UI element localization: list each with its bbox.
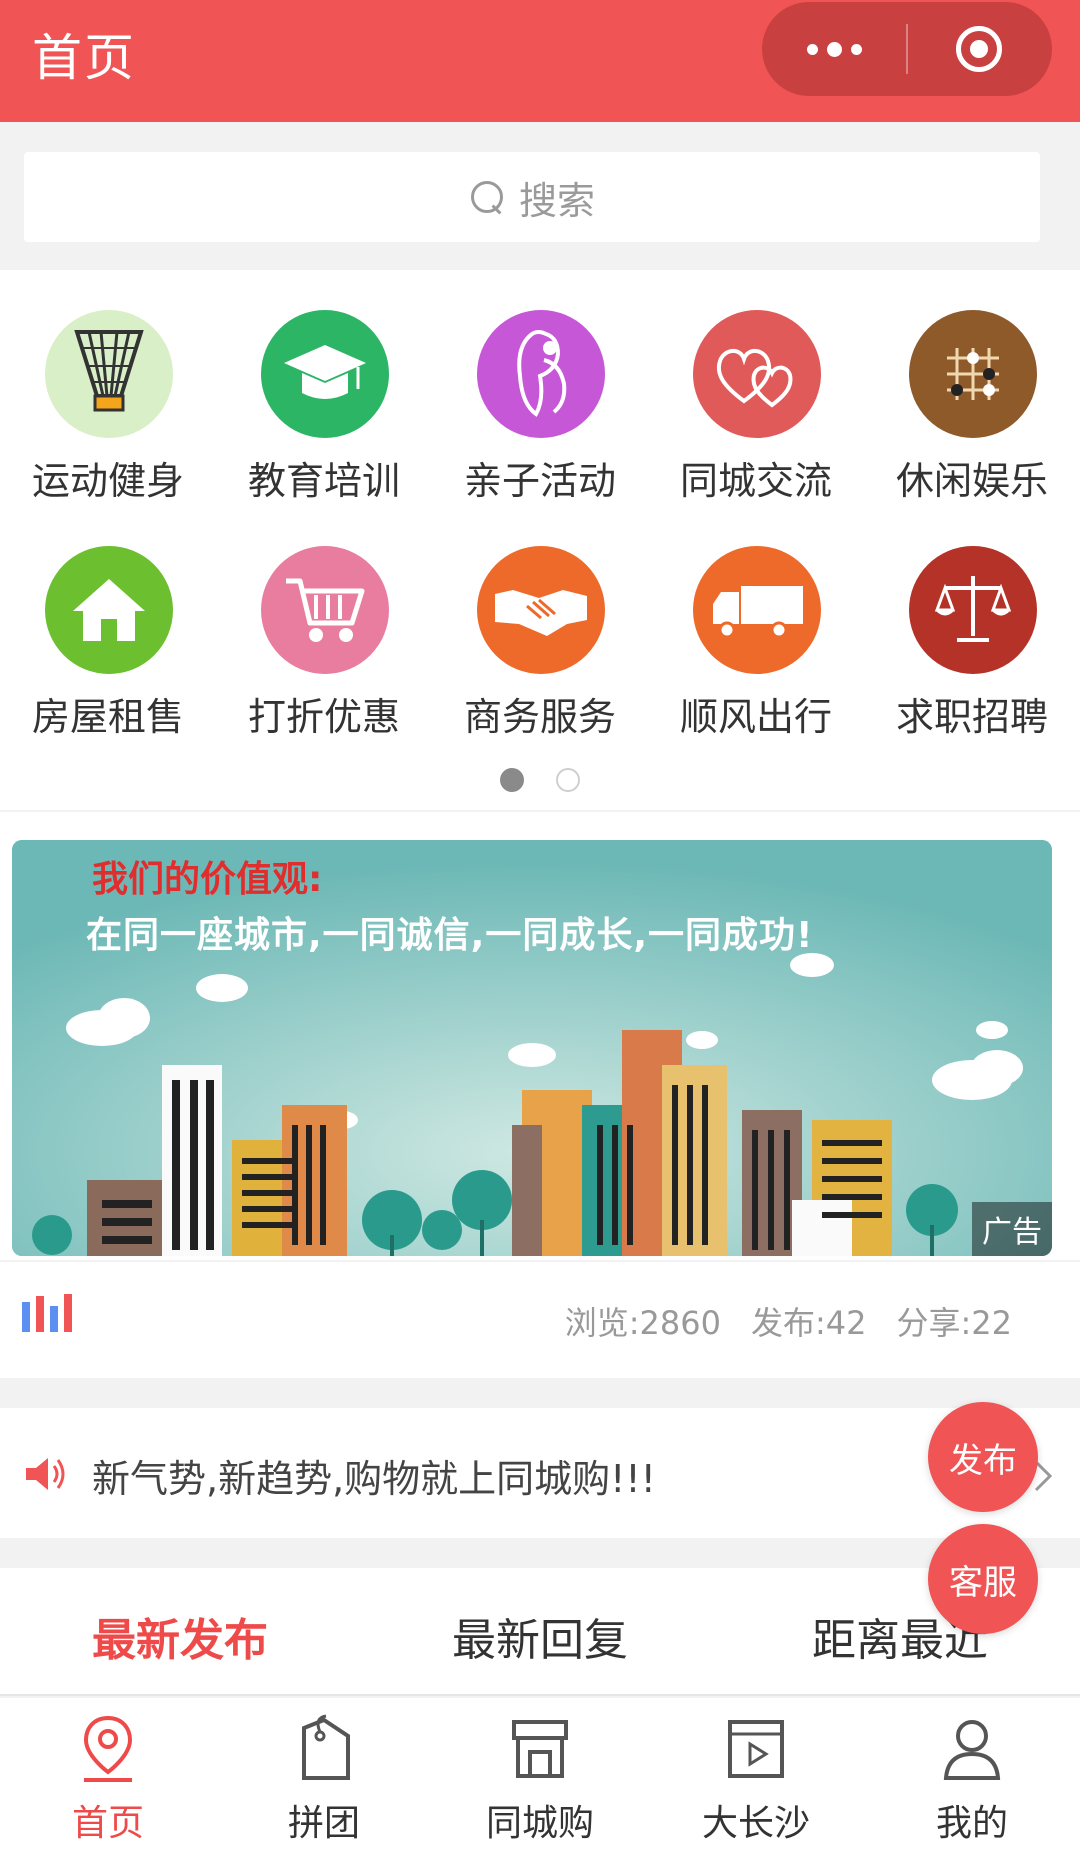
pagination-dot[interactable]: [556, 768, 580, 792]
nav-label: 我的: [935, 1803, 1008, 1844]
graduation-cap-icon: [261, 310, 389, 438]
stats-bar: 浏览:2860 发布:42 分享:22: [0, 1262, 1080, 1378]
category-label: 商务服务: [463, 695, 616, 739]
customer-service-button[interactable]: 客服: [928, 1524, 1038, 1634]
page-title: 首页: [32, 29, 136, 87]
nav-label: 首页: [71, 1803, 144, 1844]
close-program-button[interactable]: [956, 26, 1002, 72]
banner-area: 我们的价值观: 在同一座城市,一同诚信,一同成长,一同成功! 广告: [0, 812, 1080, 1260]
tab-latest-posts[interactable]: 最新发布: [0, 1604, 360, 1668]
banner-heading: 我们的价值观:: [92, 859, 323, 900]
feed-tabs: 最新发布 最新回复 距离最近: [0, 1568, 1080, 1696]
store-icon: [512, 1720, 568, 1778]
nav-item-home[interactable]: 首页: [0, 1698, 216, 1849]
handshake-icon: [477, 546, 605, 674]
mini-program-capsule: [762, 2, 1052, 96]
notice-text: 新气势,新趋势,购物就上同城购!!!: [92, 1457, 656, 1501]
speaker-icon: [26, 1458, 65, 1490]
category-item-discount[interactable]: 打折优惠: [216, 506, 432, 739]
house-icon: [45, 546, 173, 674]
publish-button[interactable]: 发布: [928, 1402, 1038, 1512]
nav-item-local-shop[interactable]: 同城购: [432, 1698, 648, 1849]
nav-item-mine[interactable]: 我的: [864, 1698, 1080, 1849]
category-item-jobs[interactable]: 求职招聘: [864, 506, 1080, 739]
scales-icon: [909, 546, 1037, 674]
bar-chart-icon: [22, 1294, 72, 1332]
capsule-divider: [906, 24, 908, 74]
category-item-leisure[interactable]: 休闲娱乐: [864, 270, 1080, 503]
more-dot-icon: [826, 41, 842, 57]
more-dot-icon: [806, 43, 818, 55]
banner-slogan: 在同一座城市,一同诚信,一同成长,一同成功!: [86, 915, 814, 956]
nav-label: 同城购: [485, 1803, 594, 1844]
category-label: 求职招聘: [895, 695, 1048, 739]
shopping-cart-icon: [261, 546, 389, 674]
category-label: 顺风出行: [679, 695, 832, 739]
search-area: 搜索: [0, 122, 1080, 268]
category-item-sports[interactable]: 运动健身: [0, 270, 216, 503]
user-icon: [943, 1720, 1001, 1780]
category-item-education[interactable]: 教育培训: [216, 270, 432, 503]
category-grid: 运动健身 教育培训 亲子活动 同城交流 休闲娱乐 房屋租售 打折优惠 商务服务 …: [0, 270, 1080, 810]
category-label: 休闲娱乐: [895, 459, 1048, 503]
nav-item-group-buy[interactable]: 拼团: [216, 1698, 432, 1849]
bottom-nav: 首页 拼团 同城购 大长沙 我的: [0, 1698, 1080, 1849]
ad-tag: 广告: [972, 1202, 1052, 1256]
category-label: 打折优惠: [247, 695, 400, 739]
badminton-icon: [45, 310, 173, 438]
carousel-pagination: [0, 768, 1080, 792]
hearts-icon: [693, 310, 821, 438]
search-input[interactable]: 搜索: [24, 152, 1040, 242]
pagination-dot-active[interactable]: [500, 768, 524, 792]
stats-values: 浏览:2860 发布:42 分享:22: [565, 1298, 1012, 1344]
category-label: 同城交流: [679, 459, 832, 503]
city-skyline-illustration: [12, 840, 1052, 1256]
ad-banner[interactable]: 我们的价值观: 在同一座城市,一同诚信,一同成长,一同成功! 广告: [12, 840, 1052, 1256]
category-label: 房屋租售: [31, 695, 184, 739]
parent-child-icon: [477, 310, 605, 438]
views-count: 浏览:2860: [564, 1304, 721, 1342]
category-item-business[interactable]: 商务服务: [432, 506, 648, 739]
nav-label: 拼团: [287, 1803, 360, 1844]
nav-item-changsha[interactable]: 大长沙: [648, 1698, 864, 1849]
header-bar: 首页: [0, 0, 1080, 122]
more-menu-button[interactable]: [762, 2, 906, 96]
tab-nearest[interactable]: 距离最近: [720, 1604, 1080, 1668]
category-label: 运动健身: [31, 459, 184, 503]
go-board-icon: [909, 310, 1037, 438]
location-pin-icon: [83, 1715, 133, 1782]
category-item-parent-child[interactable]: 亲子活动: [432, 270, 648, 503]
tab-latest-replies[interactable]: 最新回复: [360, 1604, 720, 1668]
posts-count: 发布:42: [750, 1304, 867, 1342]
more-dot-icon: [850, 43, 862, 55]
notice-bar[interactable]: 新气势,新趋势,购物就上同城购!!!: [0, 1408, 1080, 1538]
truck-icon: [693, 546, 821, 674]
search-placeholder: 搜索: [518, 178, 595, 223]
video-icon: [728, 1720, 784, 1778]
nav-label: 大长沙: [701, 1803, 810, 1844]
category-item-local-exchange[interactable]: 同城交流: [648, 270, 864, 503]
category-item-carpool[interactable]: 顺风出行: [648, 506, 864, 739]
category-label: 亲子活动: [463, 459, 616, 503]
shares-count: 分享:22: [896, 1304, 1012, 1342]
category-label: 教育培训: [247, 459, 400, 503]
search-icon: [469, 179, 505, 215]
tag-icon: [302, 1714, 350, 1780]
category-item-housing[interactable]: 房屋租售: [0, 506, 216, 739]
